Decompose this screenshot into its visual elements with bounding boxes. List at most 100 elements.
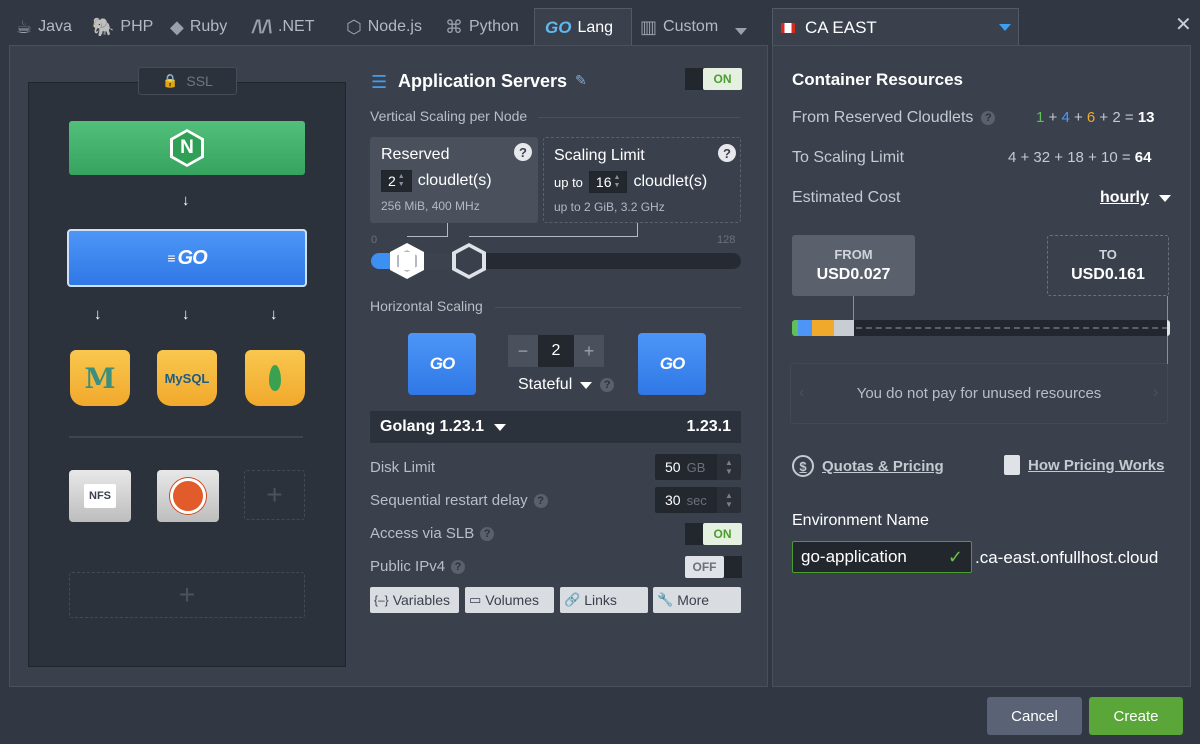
version-selector[interactable]: Golang 1.23.1 1.23.1 [370,411,741,443]
help-icon[interactable]: ? [533,493,548,508]
help-icon[interactable]: ? [718,144,736,163]
engine-tabs: ☕ Java 🐘 PHP ◆ Ruby /\/\ .NET ⬡ Node.js ⌘ Pyth… [0,0,770,46]
spinner-icon[interactable]: ▲ ▼ [614,174,621,190]
mysql-node[interactable]: MySQL [157,350,217,406]
reserved-cloudlets-input[interactable]: 2 ▲ ▼ [381,170,412,192]
go-logo-icon: ≡ [167,250,176,266]
mariadb-icon: M [84,361,116,395]
tab-dotnet[interactable]: /\/\ .NET [252,8,314,46]
mongodb-node[interactable] [245,350,305,406]
close-icon[interactable]: ✕ [1175,12,1192,37]
arrow-down-icon: ↓ [182,306,190,323]
how-pricing-works-link[interactable]: How Pricing Works [1004,455,1164,475]
tabs-more-dropdown[interactable] [735,22,747,40]
mysql-icon: MySQL [164,370,210,386]
php-elephant-icon: 🐘 [92,16,115,37]
env-name-input[interactable]: go-application ✓ [792,541,972,573]
wrench-icon: 🔧 [657,592,674,607]
go-node-instance[interactable]: GO [638,333,706,395]
node-count-value[interactable]: 2 [538,335,574,367]
spinner-icon[interactable]: ▲ ▼ [398,173,405,189]
tab-java[interactable]: ☕ Java [16,8,72,46]
cancel-button[interactable]: Cancel [987,697,1082,735]
tab-ruby[interactable]: ◆ Ruby [170,8,227,46]
ssl-button[interactable]: 🔒 SSL [138,67,237,95]
nodejs-icon: ⬡ [346,16,362,37]
help-icon[interactable]: ? [981,111,996,125]
variables-button[interactable]: {–} Variables [370,587,459,613]
chevron-down-icon [580,381,593,389]
create-environment-dialog: { "tabs": [ {"label": "Java", "icon": "j… [0,0,1200,744]
slider-max-label: 128 [717,234,736,246]
chevron-down-icon [494,423,507,431]
go-node-instance[interactable]: GO [408,333,476,395]
add-layer-button[interactable]: + [69,572,305,618]
go-logo-icon: GO [545,17,572,37]
resources-title: Container Resources [792,70,963,89]
braces-icon: {–} [374,593,389,607]
scaling-mode-dropdown[interactable]: Stateful ? [518,376,615,394]
ipv4-toggle[interactable]: OFF [685,556,742,578]
links-button[interactable]: 🔗 Links [560,587,648,613]
tab-custom[interactable]: ▥ Custom [640,8,718,46]
slb-toggle[interactable]: ON [685,523,742,545]
spinner-icon[interactable]: ▲ ▼ [717,487,741,513]
env-domain-suffix: .ca-east.onfullhost.cloud [975,548,1159,567]
help-icon[interactable]: ? [480,526,495,541]
ubuntu-vps-node[interactable] [157,470,219,522]
java-icon: ☕ [16,16,33,37]
monitor-icon: ▭ [469,592,482,607]
tab-python[interactable]: ⌘ Python [445,8,519,46]
scaling-limit-label: To Scaling Limit [792,149,905,166]
go-appserver-node[interactable]: ≡ GO [67,229,307,287]
plus-icon: + [178,579,196,610]
appserver-toggle[interactable]: ON [685,68,742,90]
help-icon[interactable]: ? [451,559,466,574]
canada-flag-icon [781,22,795,33]
cost-to-box: TO USD0.161 [1047,235,1169,296]
nfs-storage-node[interactable]: NFS [69,470,131,522]
arrow-down-icon: ↓ [94,306,102,323]
disk-limit-input[interactable]: 50 GB ▲ ▼ [655,454,741,480]
mariadb-node[interactable]: M [70,350,130,406]
add-node-button[interactable]: + [244,470,305,520]
divider [495,307,741,308]
disk-limit-label: Disk Limit [370,459,436,476]
chevron-left-icon[interactable]: ‹ [799,384,804,402]
minus-button[interactable]: − [508,335,538,367]
tab-php[interactable]: 🐘 PHP [92,8,153,46]
edit-pencil-icon[interactable]: ✎ [575,72,587,89]
restart-delay-label: Sequential restart delay? [370,492,548,509]
more-button[interactable]: 🔧 More [653,587,741,613]
connector-line [447,223,448,237]
arrow-down-icon: ↓ [270,306,278,323]
ipv4-label: Public IPv4? [370,558,466,575]
tab-lang[interactable]: GO Lang [534,8,632,46]
dollar-circle-icon: $ [792,455,814,477]
ubuntu-icon [170,478,206,514]
region-selector[interactable]: CA EAST [772,8,1019,46]
nginx-icon: N [170,129,204,167]
limit-cloudlets-input[interactable]: 16 ▲ ▼ [588,171,628,193]
restart-delay-input[interactable]: 30 sec ▲ ▼ [655,487,741,513]
connector-line [853,296,854,320]
tab-nodejs[interactable]: ⬡ Node.js [346,8,422,46]
help-icon[interactable]: ? [514,143,532,162]
vertical-scaling-label: Vertical Scaling per Node [370,108,528,124]
spinner-icon[interactable]: ▲ ▼ [717,454,741,480]
python-icon: ⌘ [445,16,463,37]
quotas-pricing-link[interactable]: $ Quotas & Pricing [792,455,944,477]
section-title: Application Servers [398,71,568,91]
plus-button[interactable]: + [574,335,604,367]
nfs-folder-icon: NFS [84,484,116,508]
create-button[interactable]: Create [1089,697,1183,735]
help-icon[interactable]: ? [600,378,615,392]
reserved-box: Reserved ? 2 ▲ ▼ cloudlet(s) 256 MiB, 400 … [370,137,538,223]
arrow-down-icon: ↓ [182,192,190,209]
mongodb-icon [269,365,281,391]
chevron-right-icon[interactable]: › [1153,384,1158,402]
cost-period-dropdown[interactable]: hourly [1100,189,1171,207]
cost-from-box: FROM USD0.027 [792,235,915,296]
nginx-balancer-node[interactable]: N [69,121,305,175]
volumes-button[interactable]: ▭ Volumes [465,587,554,613]
